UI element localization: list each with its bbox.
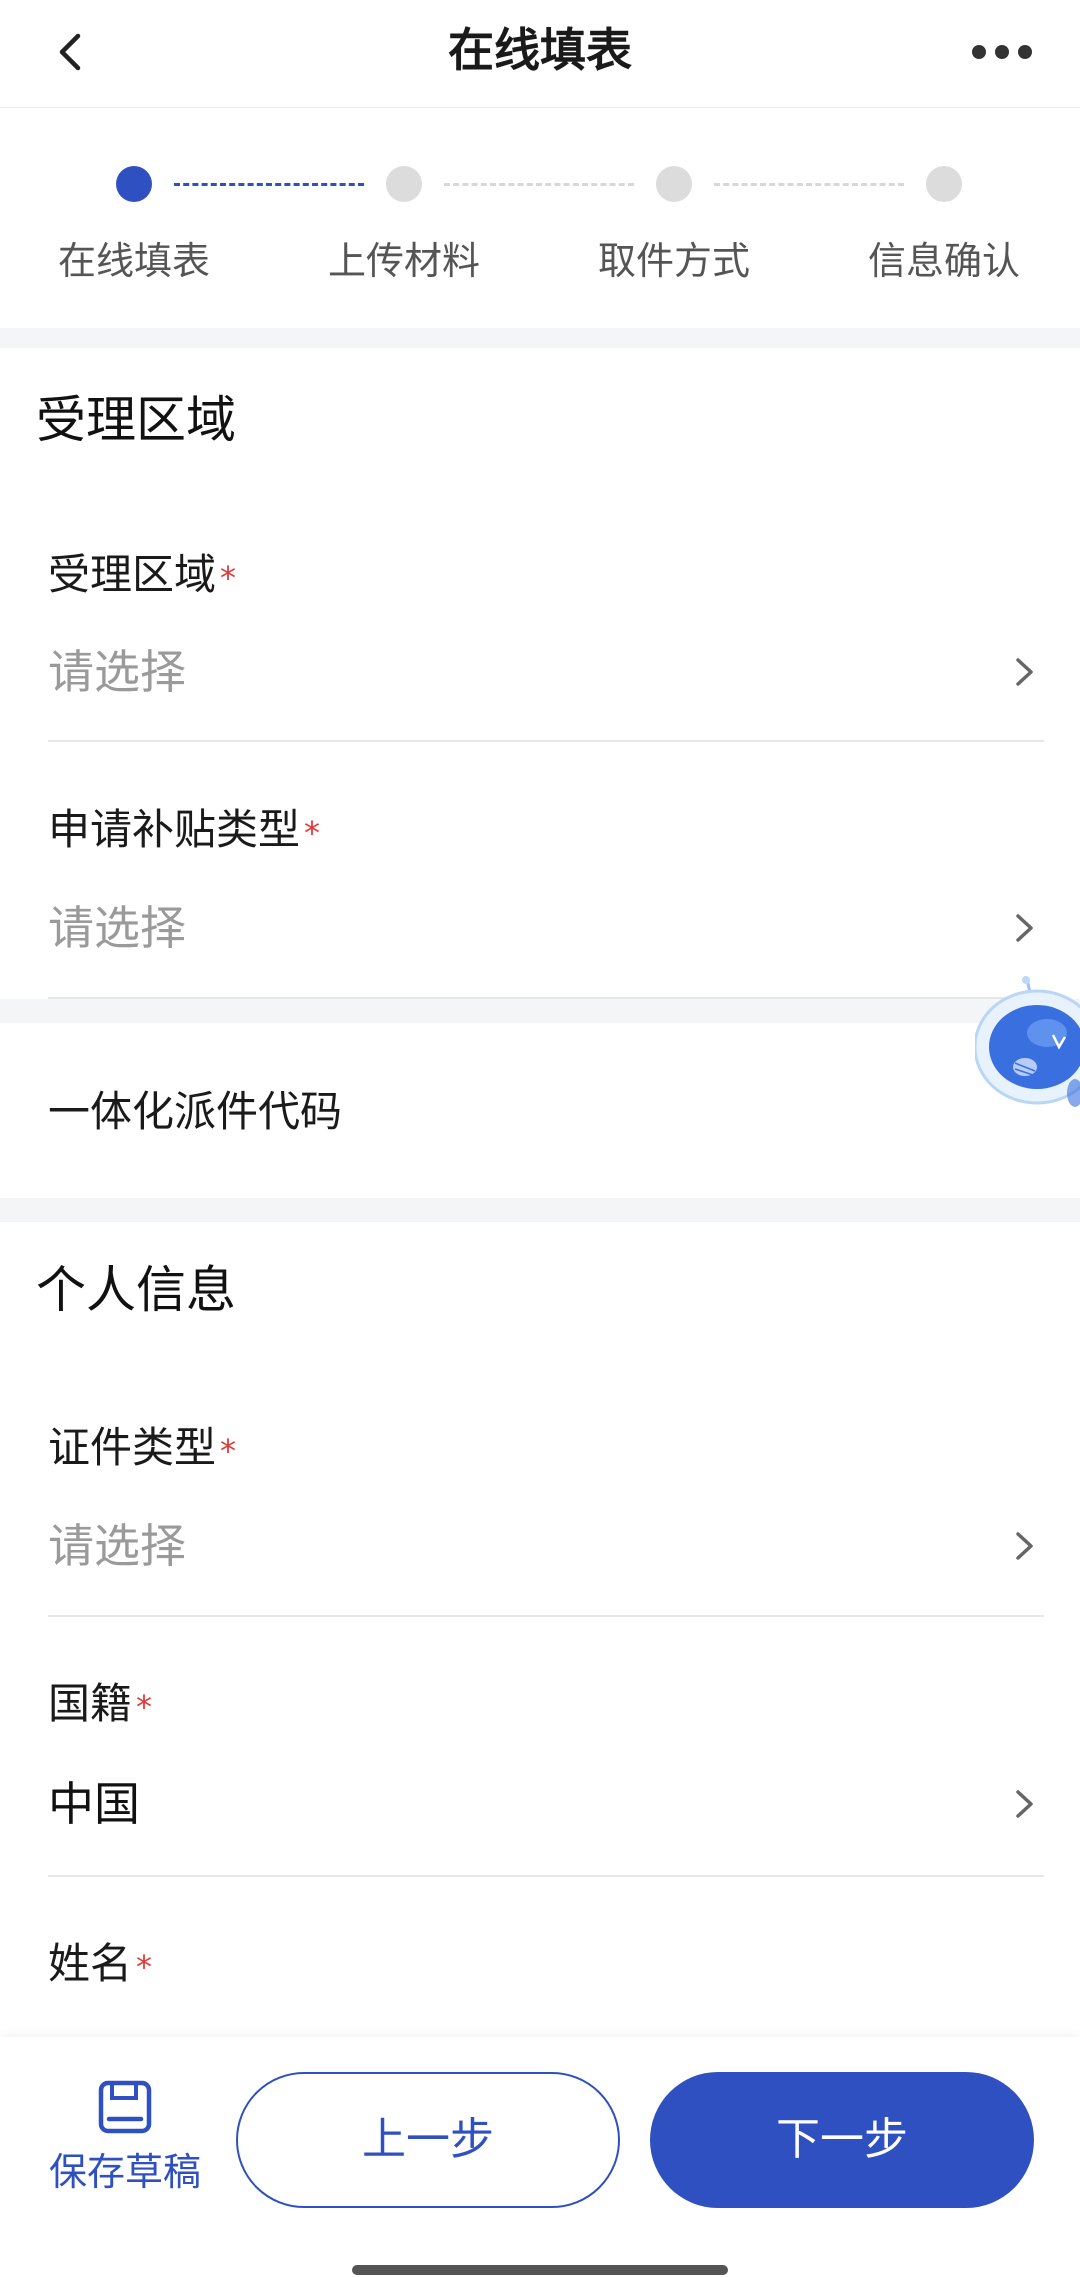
save-draft-button[interactable]: 保存草稿 bbox=[40, 2077, 210, 2217]
step-dot-2 bbox=[386, 166, 422, 202]
chevron-right-icon bbox=[1016, 658, 1033, 686]
required-mark: * bbox=[136, 1948, 153, 1986]
step-label-2: 上传材料 bbox=[327, 239, 480, 283]
bottom-action-bar: 保存草稿 上一步 下一步 bbox=[0, 2037, 1080, 2277]
section-gap bbox=[0, 328, 1080, 348]
field-label-name: 姓名 * bbox=[48, 1939, 153, 1988]
section-gap bbox=[0, 1198, 1080, 1222]
required-mark: * bbox=[220, 559, 237, 597]
chevron-right-icon bbox=[1016, 914, 1033, 942]
section-title-area: 受理区域 bbox=[36, 391, 236, 449]
required-mark: * bbox=[136, 1688, 153, 1726]
step-label-4: 信息确认 bbox=[867, 239, 1020, 283]
step-dot-4 bbox=[926, 166, 962, 202]
required-mark: * bbox=[220, 1432, 237, 1470]
section-title-personal: 个人信息 bbox=[36, 1261, 236, 1319]
step-dot-1 bbox=[116, 166, 152, 202]
chevron-right-icon bbox=[1016, 1532, 1033, 1560]
robot-assistant-icon bbox=[973, 976, 1080, 1107]
step-connector-3 bbox=[714, 183, 904, 186]
id-type-select[interactable]: 请选择 bbox=[48, 1514, 186, 1578]
home-indicator bbox=[352, 2265, 728, 2275]
step-connector-1 bbox=[174, 183, 364, 186]
nationality-select[interactable]: 中国 bbox=[48, 1772, 140, 1836]
step-label-3: 取件方式 bbox=[597, 239, 750, 283]
area-select[interactable]: 请选择 bbox=[48, 640, 186, 704]
nav-bar: 在线填表 bbox=[0, 0, 1080, 108]
next-step-button[interactable]: 下一步 bbox=[650, 2072, 1034, 2208]
chevron-right-icon bbox=[1016, 1790, 1033, 1818]
dispatch-code-label: 一体化派件代码 bbox=[48, 1087, 343, 1136]
required-mark: * bbox=[304, 814, 321, 852]
field-label-subsidy-type: 申请补贴类型 * bbox=[48, 805, 321, 854]
save-draft-label: 保存草稿 bbox=[48, 2150, 201, 2194]
divider bbox=[48, 740, 1044, 742]
progress-stepper: 在线填表 上传材料 取件方式 信息确认 bbox=[0, 108, 1080, 328]
more-options-button[interactable] bbox=[972, 40, 1032, 64]
save-draft-icon bbox=[98, 2080, 152, 2134]
step-dot-3 bbox=[656, 166, 692, 202]
assistant-robot-button[interactable] bbox=[973, 975, 1080, 1140]
divider bbox=[48, 1875, 1044, 1877]
field-label-nationality: 国籍 * bbox=[48, 1679, 153, 1728]
subsidy-type-select[interactable]: 请选择 bbox=[48, 896, 186, 960]
section-gap bbox=[0, 999, 1080, 1023]
field-label-area: 受理区域 * bbox=[48, 550, 237, 599]
divider bbox=[48, 1615, 1044, 1617]
more-dots-icon bbox=[972, 45, 986, 59]
page-title: 在线填表 bbox=[448, 23, 632, 77]
previous-step-button[interactable]: 上一步 bbox=[236, 2072, 620, 2208]
step-label-1: 在线填表 bbox=[57, 239, 210, 283]
step-connector-2 bbox=[444, 183, 634, 186]
field-label-id-type: 证件类型 * bbox=[48, 1423, 237, 1472]
